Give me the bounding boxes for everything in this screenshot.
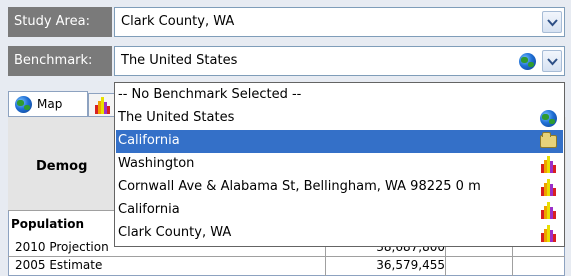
building-icon bbox=[541, 179, 557, 196]
building-icon bbox=[541, 156, 557, 173]
table-header-demog: Demog bbox=[36, 159, 88, 174]
building-icon bbox=[541, 202, 557, 219]
list-item[interactable]: The United States bbox=[116, 107, 563, 130]
study-area-select[interactable]: Clark County, WA bbox=[114, 7, 565, 37]
row-2005-label: 2005 Estimate bbox=[15, 258, 103, 272]
list-item-label: Cornwall Ave & Alabama St, Bellingham, W… bbox=[118, 179, 481, 194]
globe-icon bbox=[15, 96, 32, 113]
list-item-label: -- No Benchmark Selected -- bbox=[118, 87, 302, 102]
study-area-label: Study Area: bbox=[8, 7, 112, 37]
benchmark-select[interactable]: The United States bbox=[114, 46, 565, 76]
tab-map-label: Map bbox=[37, 97, 63, 111]
list-item[interactable]: -- No Benchmark Selected -- bbox=[116, 84, 563, 107]
list-item[interactable]: Cornwall Ave & Alabama St, Bellingham, W… bbox=[116, 176, 563, 199]
globe-icon bbox=[540, 110, 557, 127]
list-item-label: California bbox=[118, 202, 180, 217]
list-item-label: The United States bbox=[118, 110, 235, 125]
tab-map[interactable]: Map bbox=[8, 91, 88, 117]
list-item-label: Clark County, WA bbox=[118, 225, 232, 240]
grid-line bbox=[8, 256, 565, 257]
list-item-label: California bbox=[118, 133, 180, 148]
study-area-dropdown-button[interactable] bbox=[542, 11, 562, 33]
chevron-down-icon bbox=[547, 58, 558, 66]
row-2005-value: 36,579,455 bbox=[376, 258, 445, 272]
folder-icon bbox=[540, 132, 557, 148]
list-item-label: Washington bbox=[118, 156, 195, 171]
building-icon bbox=[541, 225, 557, 242]
benchmark-dropdown-list: -- No Benchmark Selected -- The United S… bbox=[114, 82, 565, 247]
benchmark-dropdown-button[interactable] bbox=[542, 50, 562, 72]
list-item[interactable]: Clark County, WA bbox=[116, 222, 563, 245]
benchmark-value: The United States bbox=[121, 53, 238, 68]
benchmark-panel: Study Area: Clark County, WA Benchmark: … bbox=[0, 0, 571, 276]
globe-icon bbox=[519, 53, 536, 70]
chevron-down-icon bbox=[547, 19, 558, 27]
benchmark-label: Benchmark: bbox=[8, 46, 112, 76]
row-2010-label: 2010 Projection bbox=[15, 240, 109, 254]
list-item[interactable]: California bbox=[116, 199, 563, 222]
study-area-value: Clark County, WA bbox=[121, 14, 235, 29]
list-item-selected[interactable]: California bbox=[116, 130, 563, 153]
building-icon bbox=[95, 97, 111, 114]
list-item[interactable]: Washington bbox=[116, 153, 563, 176]
section-population: Population bbox=[11, 217, 85, 231]
